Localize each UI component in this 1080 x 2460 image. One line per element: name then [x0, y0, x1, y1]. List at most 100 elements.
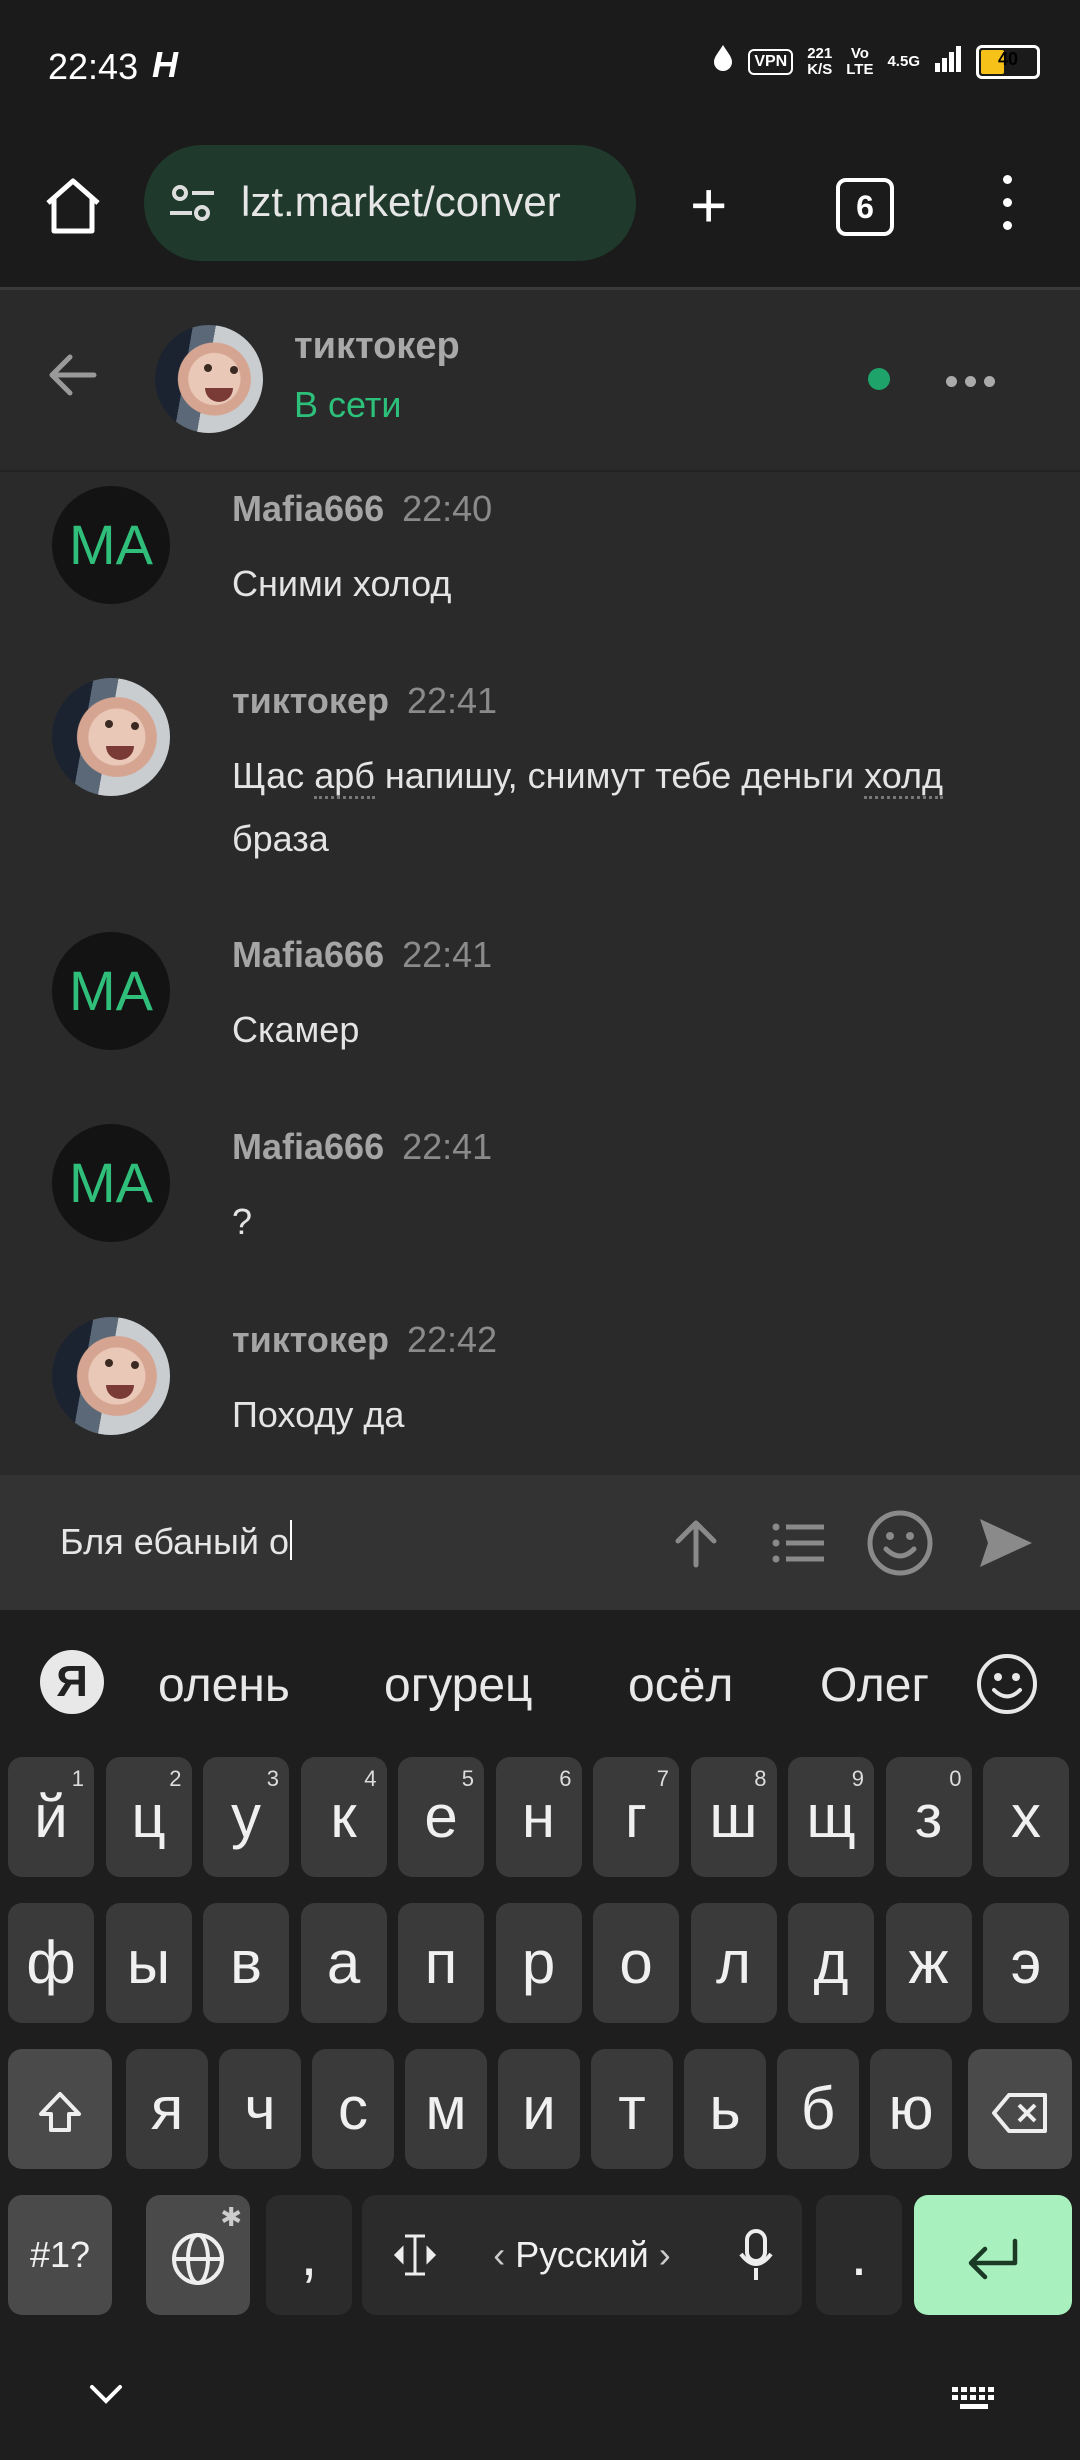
shift-key[interactable]	[8, 2049, 112, 2169]
tune-icon[interactable]	[168, 181, 216, 225]
text-caret	[290, 1520, 293, 1560]
language-switch-key[interactable]: ✱	[146, 2195, 250, 2315]
more-icon[interactable]	[946, 374, 1003, 392]
contact-status: В сети	[294, 384, 402, 425]
key-э[interactable]: э	[983, 1903, 1069, 2023]
key-л[interactable]: л	[690, 1903, 777, 2023]
key-е[interactable]: е5	[398, 1757, 484, 1877]
key-с[interactable]: с	[312, 2049, 394, 2169]
key-о[interactable]: о	[593, 1903, 679, 2023]
vpn-badge: VPN	[748, 48, 794, 75]
signal-type: 4.5G	[887, 52, 920, 70]
key-ш[interactable]: ш8	[690, 1757, 777, 1877]
message-author[interactable]: Mafia666	[232, 934, 384, 975]
message-input[interactable]: Бля ебаный о	[60, 1520, 293, 1563]
smile-icon[interactable]	[866, 1509, 934, 1577]
plus-icon[interactable]: +	[690, 173, 727, 237]
home-icon[interactable]	[40, 173, 106, 239]
address-bar[interactable]: lzt.market/conver	[144, 145, 636, 261]
space-key[interactable]: ‹ Русский ›	[362, 2195, 802, 2315]
message-meta: Mafia666 22:40	[232, 488, 492, 530]
key-ф[interactable]: ф	[8, 1903, 94, 2023]
yandex-logo[interactable]: Я	[40, 1650, 104, 1714]
key-ы[interactable]: ы	[105, 1903, 192, 2023]
enter-key[interactable]	[914, 2195, 1072, 2315]
avatar[interactable]	[52, 1317, 170, 1435]
language-label: Русский	[515, 2234, 649, 2275]
suggestion[interactable]: огурец	[384, 1658, 533, 1713]
browser-toolbar: lzt.market/conver + 6	[0, 135, 1080, 290]
key-я[interactable]: я	[126, 2049, 208, 2169]
message-meta: Mafia666 22:41	[232, 1126, 492, 1168]
chevron-down-icon[interactable]	[88, 2383, 124, 2407]
message-author[interactable]: тиктокер	[232, 1319, 389, 1360]
key-п[interactable]: п	[398, 1903, 484, 2023]
back-arrow-icon[interactable]	[44, 345, 104, 405]
avatar[interactable]: MA	[52, 1124, 170, 1242]
message-author[interactable]: тиктокер	[232, 680, 389, 721]
key-д[interactable]: д	[788, 1903, 874, 2023]
keyboard-icon[interactable]	[950, 2385, 1000, 2413]
status-bar: 22:43 H VPN 221 K/S Vo LTE 4.5G 40	[0, 0, 1080, 135]
smile-icon[interactable]	[975, 1652, 1039, 1716]
message-composer: Бля ебаный о	[0, 1475, 1080, 1610]
key-щ[interactable]: щ9	[788, 1757, 874, 1877]
avatar[interactable]	[155, 325, 263, 433]
message-list[interactable]: MA Mafia666 22:40 Сними холод тиктокер 22:…	[0, 472, 1080, 1475]
key-ю[interactable]: ю	[870, 2049, 952, 2169]
key-х[interactable]: х	[983, 1757, 1069, 1877]
enter-icon	[968, 2238, 1018, 2280]
suggestion[interactable]: осёл	[628, 1658, 733, 1713]
mic-icon[interactable]	[738, 2228, 774, 2282]
comma-key[interactable]: ,	[266, 2195, 352, 2315]
period-key[interactable]: .	[816, 2195, 902, 2315]
message-meta: тиктокер 22:42	[232, 1319, 497, 1361]
backspace-icon	[992, 2093, 1047, 2134]
status-time: 22:43	[48, 46, 139, 87]
key-т[interactable]: т	[591, 2049, 673, 2169]
navigation-bar	[0, 2345, 1080, 2460]
url-text: lzt.market/conver	[241, 178, 561, 225]
drop-icon	[712, 44, 734, 79]
key-у[interactable]: у3	[203, 1757, 289, 1877]
tabs-icon[interactable]: 6	[836, 178, 894, 236]
message-author[interactable]: Mafia666	[232, 488, 384, 529]
message-text: Походу да	[232, 1394, 405, 1435]
key-б[interactable]: б	[777, 2049, 859, 2169]
contact-name[interactable]: тиктокер	[294, 325, 460, 368]
list-icon[interactable]	[768, 1513, 828, 1573]
avatar[interactable]: MA	[52, 486, 170, 604]
message-author[interactable]: Mafia666	[232, 1126, 384, 1167]
avatar[interactable]	[52, 678, 170, 796]
symbols-key[interactable]: #1?	[8, 2195, 112, 2315]
message-text: Скамер	[232, 1009, 360, 1050]
key-ч[interactable]: ч	[219, 2049, 301, 2169]
message-text: ?	[232, 1201, 253, 1242]
key-ж[interactable]: ж	[885, 1903, 972, 2023]
key-и[interactable]: и	[498, 2049, 580, 2169]
key-ь[interactable]: ь	[684, 2049, 766, 2169]
send-icon[interactable]	[976, 1513, 1036, 1573]
menu-icon[interactable]	[996, 175, 1020, 244]
send-up-icon[interactable]	[666, 1513, 726, 1573]
message-text: Щас арб напишу, снимут тебе деньги холд …	[232, 755, 943, 859]
key-з[interactable]: з0	[885, 1757, 972, 1877]
key-р[interactable]: р	[495, 1903, 582, 2023]
key-н[interactable]: н6	[495, 1757, 582, 1877]
key-к[interactable]: к4	[300, 1757, 387, 1877]
online-indicator	[868, 368, 890, 390]
avatar[interactable]: MA	[52, 932, 170, 1050]
key-м[interactable]: м	[405, 2049, 487, 2169]
key-й[interactable]: й1	[8, 1757, 94, 1877]
message-time: 22:40	[402, 488, 493, 529]
message-meta: тиктокер 22:41	[232, 680, 497, 722]
key-г[interactable]: г7	[593, 1757, 679, 1877]
key-а[interactable]: а	[300, 1903, 387, 2023]
chat-header: тиктокер В сети	[0, 290, 1080, 472]
suggestion[interactable]: олень	[158, 1658, 290, 1713]
backspace-key[interactable]	[968, 2049, 1072, 2169]
key-ц[interactable]: ц2	[105, 1757, 192, 1877]
signal-bars-icon	[934, 45, 962, 78]
key-в[interactable]: в	[203, 1903, 289, 2023]
suggestion[interactable]: Олег	[820, 1658, 942, 1713]
